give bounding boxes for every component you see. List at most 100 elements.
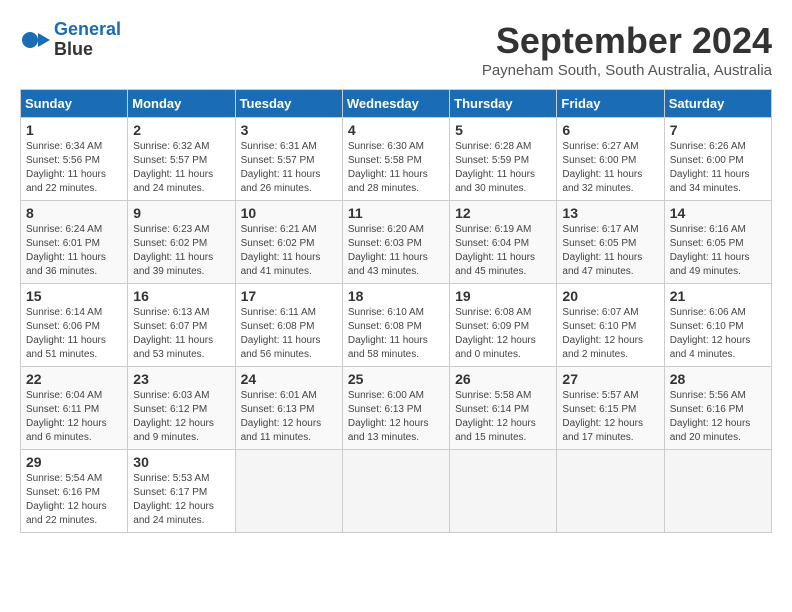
day-info: Sunrise: 6:34 AMSunset: 5:56 PMDaylight:…: [26, 140, 122, 196]
day-number: 11: [348, 205, 444, 221]
calendar-day-22: 22 Sunrise: 6:04 AMSunset: 6:11 PMDayligh…: [21, 367, 128, 450]
day-info: Sunrise: 6:20 AMSunset: 6:03 PMDaylight:…: [348, 223, 444, 279]
day-number: 2: [133, 122, 229, 138]
day-number: 10: [241, 205, 337, 221]
day-number: 1: [26, 122, 122, 138]
day-number: 16: [133, 288, 229, 304]
calendar-day-29: 29Sunrise: 5:54 AMSunset: 6:16 PMDayligh…: [21, 450, 128, 533]
calendar-table: SundayMondayTuesdayWednesdayThursdayFrid…: [20, 89, 772, 533]
calendar-day-5: 5Sunrise: 6:28 AMSunset: 5:59 PMDaylight…: [450, 118, 557, 201]
calendar-day-21: 21Sunrise: 6:06 AMSunset: 6:10 PMDayligh…: [664, 284, 771, 367]
day-number: 4: [348, 122, 444, 138]
calendar-day-16: 16 Sunrise: 6:13 AMSunset: 6:07 PMDayligh…: [128, 284, 235, 367]
day-info: Sunrise: 6:28 AMSunset: 5:59 PMDaylight:…: [455, 140, 551, 196]
calendar-week-5: 29Sunrise: 5:54 AMSunset: 6:16 PMDayligh…: [21, 450, 772, 533]
day-info: Sunrise: 6:14 AMSunset: 6:06 PMDaylight:…: [26, 306, 122, 362]
day-info: Sunrise: 6:13 AMSunset: 6:07 PMDaylight:…: [133, 306, 229, 362]
day-info: Sunrise: 6:30 AMSunset: 5:58 PMDaylight:…: [348, 140, 444, 196]
day-number: 22: [26, 371, 122, 387]
weekday-header-tuesday: Tuesday: [235, 90, 342, 118]
calendar-day-6: 6 Sunrise: 6:27 AMSunset: 6:00 PMDaylight…: [557, 118, 664, 201]
day-number: 3: [241, 122, 337, 138]
logo-general: General: [54, 19, 121, 39]
calendar-week-2: 8 Sunrise: 6:24 AMSunset: 6:01 PMDaylight…: [21, 201, 772, 284]
weekday-header-saturday: Saturday: [664, 90, 771, 118]
day-info: Sunrise: 6:04 AMSunset: 6:11 PMDaylight:…: [26, 389, 122, 445]
day-info: Sunrise: 5:54 AMSunset: 6:16 PMDaylight:…: [26, 472, 122, 528]
day-number: 20: [562, 288, 658, 304]
calendar-day-30: 30 Sunrise: 5:53 AMSunset: 6:17 PMDayligh…: [128, 450, 235, 533]
day-info: Sunrise: 6:19 AMSunset: 6:04 PMDaylight:…: [455, 223, 551, 279]
day-info: Sunrise: 6:03 AMSunset: 6:12 PMDaylight:…: [133, 389, 229, 445]
calendar-day-2: 2 Sunrise: 6:32 AMSunset: 5:57 PMDaylight…: [128, 118, 235, 201]
calendar-day-12: 12 Sunrise: 6:19 AMSunset: 6:04 PMDayligh…: [450, 201, 557, 284]
day-number: 28: [670, 371, 766, 387]
day-number: 23: [133, 371, 229, 387]
calendar-week-3: 15 Sunrise: 6:14 AMSunset: 6:06 PMDayligh…: [21, 284, 772, 367]
calendar-day-13: 13 Sunrise: 6:17 AMSunset: 6:05 PMDayligh…: [557, 201, 664, 284]
calendar-day-14: 14Sunrise: 6:16 AMSunset: 6:05 PMDayligh…: [664, 201, 771, 284]
day-number: 8: [26, 205, 122, 221]
day-number: 30: [133, 454, 229, 470]
day-number: 13: [562, 205, 658, 221]
day-info: Sunrise: 6:24 AMSunset: 6:01 PMDaylight:…: [26, 223, 122, 279]
day-number: 27: [562, 371, 658, 387]
day-info: Sunrise: 6:31 AMSunset: 5:57 PMDaylight:…: [241, 140, 337, 196]
day-info: Sunrise: 6:01 AMSunset: 6:13 PMDaylight:…: [241, 389, 337, 445]
day-info: Sunrise: 5:57 AMSunset: 6:15 PMDaylight:…: [562, 389, 658, 445]
empty-cell: [235, 450, 342, 533]
day-number: 15: [26, 288, 122, 304]
calendar-day-20: 20 Sunrise: 6:07 AMSunset: 6:10 PMDayligh…: [557, 284, 664, 367]
calendar-day-10: 10Sunrise: 6:21 AMSunset: 6:02 PMDayligh…: [235, 201, 342, 284]
logo-blue: Blue: [54, 40, 121, 60]
weekday-header-sunday: Sunday: [21, 90, 128, 118]
calendar-day-11: 11 Sunrise: 6:20 AMSunset: 6:03 PMDayligh…: [342, 201, 449, 284]
month-title: September 2024: [482, 20, 772, 62]
calendar-day-8: 8 Sunrise: 6:24 AMSunset: 6:01 PMDaylight…: [21, 201, 128, 284]
day-number: 6: [562, 122, 658, 138]
day-info: Sunrise: 6:17 AMSunset: 6:05 PMDaylight:…: [562, 223, 658, 279]
logo: General Blue: [20, 20, 121, 60]
weekday-header-wednesday: Wednesday: [342, 90, 449, 118]
day-info: Sunrise: 6:27 AMSunset: 6:00 PMDaylight:…: [562, 140, 658, 196]
day-info: Sunrise: 6:11 AMSunset: 6:08 PMDaylight:…: [241, 306, 337, 362]
empty-cell: [342, 450, 449, 533]
day-number: 26: [455, 371, 551, 387]
day-info: Sunrise: 6:26 AMSunset: 6:00 PMDaylight:…: [670, 140, 766, 196]
calendar-day-3: 3 Sunrise: 6:31 AMSunset: 5:57 PMDaylight…: [235, 118, 342, 201]
day-number: 7: [670, 122, 766, 138]
location: Payneham South, South Australia, Austral…: [482, 62, 772, 79]
title-block: September 2024 Payneham South, South Aus…: [482, 20, 772, 79]
day-number: 17: [241, 288, 337, 304]
calendar-day-7: 7 Sunrise: 6:26 AMSunset: 6:00 PMDaylight…: [664, 118, 771, 201]
empty-cell: [664, 450, 771, 533]
day-info: Sunrise: 6:07 AMSunset: 6:10 PMDaylight:…: [562, 306, 658, 362]
empty-cell: [557, 450, 664, 533]
weekday-header-row: SundayMondayTuesdayWednesdayThursdayFrid…: [21, 90, 772, 118]
day-number: 24: [241, 371, 337, 387]
day-info: Sunrise: 6:32 AMSunset: 5:57 PMDaylight:…: [133, 140, 229, 196]
calendar-day-23: 23 Sunrise: 6:03 AMSunset: 6:12 PMDayligh…: [128, 367, 235, 450]
weekday-header-friday: Friday: [557, 90, 664, 118]
day-number: 19: [455, 288, 551, 304]
day-info: Sunrise: 6:16 AMSunset: 6:05 PMDaylight:…: [670, 223, 766, 279]
calendar-day-15: 15 Sunrise: 6:14 AMSunset: 6:06 PMDayligh…: [21, 284, 128, 367]
day-number: 25: [348, 371, 444, 387]
day-info: Sunrise: 6:06 AMSunset: 6:10 PMDaylight:…: [670, 306, 766, 362]
calendar-day-28: 28 Sunrise: 5:56 AMSunset: 6:16 PMDayligh…: [664, 367, 771, 450]
day-info: Sunrise: 6:10 AMSunset: 6:08 PMDaylight:…: [348, 306, 444, 362]
day-info: Sunrise: 5:53 AMSunset: 6:17 PMDaylight:…: [133, 472, 229, 528]
empty-cell: [450, 450, 557, 533]
logo-icon: [20, 25, 50, 55]
calendar-day-24: 24 Sunrise: 6:01 AMSunset: 6:13 PMDayligh…: [235, 367, 342, 450]
calendar-day-4: 4 Sunrise: 6:30 AMSunset: 5:58 PMDaylight…: [342, 118, 449, 201]
day-info: Sunrise: 6:08 AMSunset: 6:09 PMDaylight:…: [455, 306, 551, 362]
calendar-week-4: 22 Sunrise: 6:04 AMSunset: 6:11 PMDayligh…: [21, 367, 772, 450]
day-info: Sunrise: 5:56 AMSunset: 6:16 PMDaylight:…: [670, 389, 766, 445]
calendar-day-19: 19 Sunrise: 6:08 AMSunset: 6:09 PMDayligh…: [450, 284, 557, 367]
day-number: 12: [455, 205, 551, 221]
day-info: Sunrise: 6:23 AMSunset: 6:02 PMDaylight:…: [133, 223, 229, 279]
calendar-week-1: 1 Sunrise: 6:34 AMSunset: 5:56 PMDaylight…: [21, 118, 772, 201]
weekday-header-thursday: Thursday: [450, 90, 557, 118]
weekday-header-monday: Monday: [128, 90, 235, 118]
